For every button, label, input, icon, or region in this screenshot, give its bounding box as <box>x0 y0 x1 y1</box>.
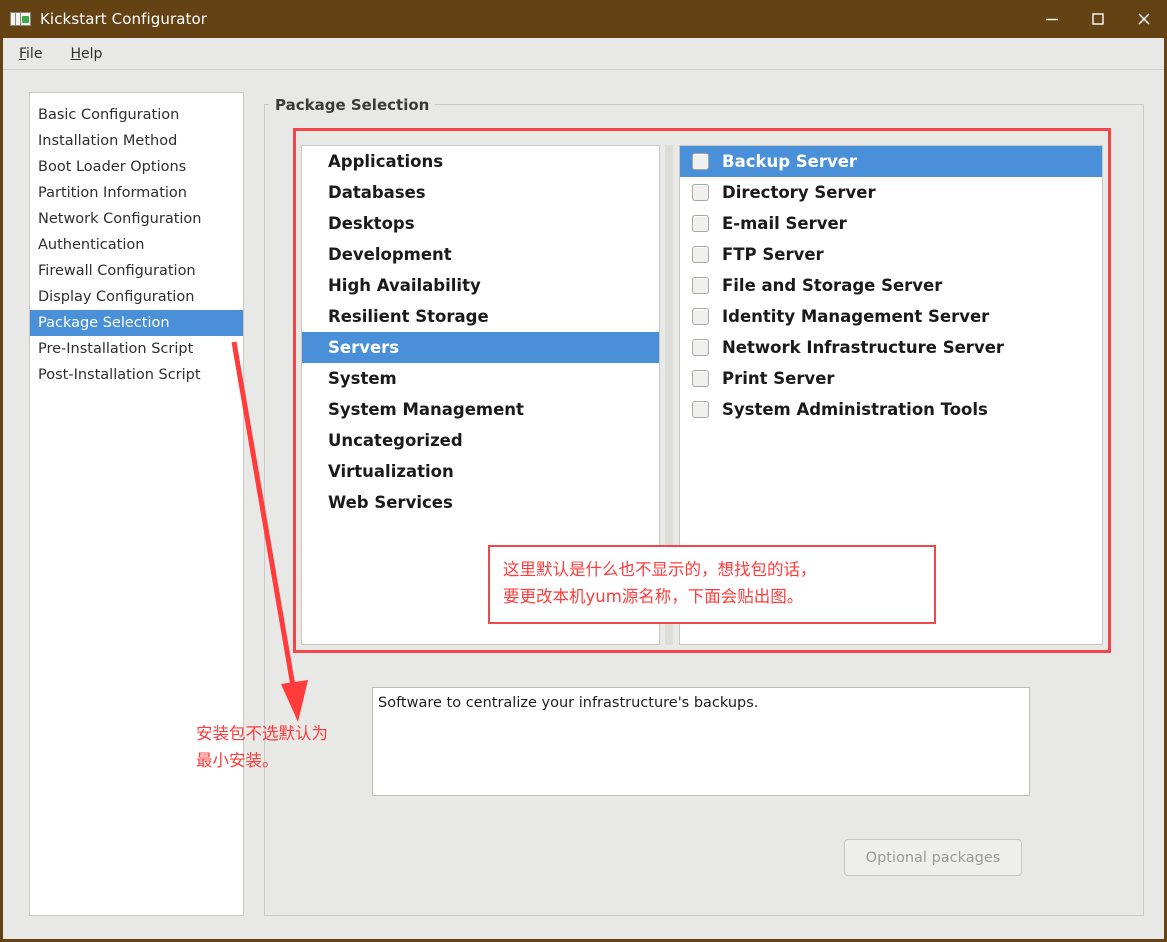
package-row-email-server[interactable]: E-mail Server <box>680 208 1102 239</box>
annotation-note-left-line1: 安装包不选默认为 <box>196 724 328 743</box>
annotation-note-right-line1: 这里默认是什么也不显示的，想找包的话， <box>503 560 817 579</box>
group-row-uncategorized[interactable]: Uncategorized <box>302 425 659 456</box>
package-label: Print Server <box>722 369 835 388</box>
package-description-box: Software to centralize your infrastructu… <box>372 687 1030 796</box>
package-row-backup-server[interactable]: Backup Server <box>680 146 1102 177</box>
sidebar-item-firewall-configuration[interactable]: Firewall Configuration <box>30 258 243 284</box>
sidebar-item-package-selection[interactable]: Package Selection <box>30 310 243 336</box>
package-label: File and Storage Server <box>722 276 943 295</box>
group-row-desktops[interactable]: Desktops <box>302 208 659 239</box>
package-label: FTP Server <box>722 245 824 264</box>
menu-bar: File Help <box>3 38 1164 70</box>
group-row-resilient-storage[interactable]: Resilient Storage <box>302 301 659 332</box>
annotation-note-left: 安装包不选默认为 最小安装。 <box>196 720 386 774</box>
package-label: Network Infrastructure Server <box>722 338 1005 357</box>
checkbox-icon[interactable] <box>692 246 709 263</box>
window-controls <box>1029 0 1167 38</box>
package-row-file-and-storage-server[interactable]: File and Storage Server <box>680 270 1102 301</box>
group-row-development[interactable]: Development <box>302 239 659 270</box>
package-description-text: Software to centralize your infrastructu… <box>378 695 759 711</box>
app-window: Kickstart Configurator File Help Basic C… <box>0 0 1167 942</box>
group-row-system-management[interactable]: System Management <box>302 394 659 425</box>
package-row-network-infrastructure-server[interactable]: Network Infrastructure Server <box>680 332 1102 363</box>
package-label: Identity Management Server <box>722 307 990 326</box>
package-row-ftp-server[interactable]: FTP Server <box>680 239 1102 270</box>
sidebar-item-display-configuration[interactable]: Display Configuration <box>30 284 243 310</box>
package-row-system-administration-tools[interactable]: System Administration Tools <box>680 394 1102 425</box>
group-row-virtualization[interactable]: Virtualization <box>302 456 659 487</box>
package-row-identity-management-server[interactable]: Identity Management Server <box>680 301 1102 332</box>
checkbox-icon[interactable] <box>692 215 709 232</box>
title-bar: Kickstart Configurator <box>0 0 1167 38</box>
annotation-note-right-line2: 要更改本机yum源名称，下面会贴出图。 <box>503 587 804 606</box>
sidebar-item-network-configuration[interactable]: Network Configuration <box>30 206 243 232</box>
group-row-system[interactable]: System <box>302 363 659 394</box>
maximize-icon[interactable] <box>1075 0 1121 38</box>
package-label: Backup Server <box>722 152 858 171</box>
menu-file[interactable]: File <box>7 43 54 65</box>
group-row-applications[interactable]: Applications <box>302 146 659 177</box>
checkbox-icon[interactable] <box>692 277 709 294</box>
checkbox-icon[interactable] <box>692 370 709 387</box>
sidebar-item-post-installation-script[interactable]: Post-Installation Script <box>30 362 243 388</box>
menu-help[interactable]: Help <box>58 43 114 65</box>
annotation-note-left-line2: 最小安装。 <box>196 751 279 770</box>
minimize-icon[interactable] <box>1029 0 1075 38</box>
checkbox-icon[interactable] <box>692 401 709 418</box>
checkbox-icon[interactable] <box>692 308 709 325</box>
optional-packages-button[interactable]: Optional packages <box>844 839 1022 876</box>
package-label: Directory Server <box>722 183 876 202</box>
package-row-directory-server[interactable]: Directory Server <box>680 177 1102 208</box>
group-row-databases[interactable]: Databases <box>302 177 659 208</box>
group-row-web-services[interactable]: Web Services <box>302 487 659 518</box>
close-icon[interactable] <box>1121 0 1167 38</box>
package-row-print-server[interactable]: Print Server <box>680 363 1102 394</box>
sidebar-item-authentication[interactable]: Authentication <box>30 232 243 258</box>
sidebar-item-boot-loader-options[interactable]: Boot Loader Options <box>30 154 243 180</box>
sidebar-nav[interactable]: Basic Configuration Installation Method … <box>29 92 244 916</box>
groupbox-title: Package Selection <box>269 96 436 114</box>
package-label: E-mail Server <box>722 214 847 233</box>
checkbox-icon[interactable] <box>692 339 709 356</box>
window-title: Kickstart Configurator <box>40 10 208 28</box>
sidebar-item-pre-installation-script[interactable]: Pre-Installation Script <box>30 336 243 362</box>
sidebar-item-installation-method[interactable]: Installation Method <box>30 128 243 154</box>
package-label: System Administration Tools <box>722 400 988 419</box>
group-row-servers[interactable]: Servers <box>302 332 659 363</box>
sidebar-item-partition-information[interactable]: Partition Information <box>30 180 243 206</box>
sidebar-item-basic-configuration[interactable]: Basic Configuration <box>30 102 243 128</box>
checkbox-icon[interactable] <box>692 153 709 170</box>
annotation-note-right: 这里默认是什么也不显示的，想找包的话， 要更改本机yum源名称，下面会贴出图。 <box>488 545 936 624</box>
group-row-high-availability[interactable]: High Availability <box>302 270 659 301</box>
checkbox-icon[interactable] <box>692 184 709 201</box>
app-packages-icon <box>10 8 32 30</box>
